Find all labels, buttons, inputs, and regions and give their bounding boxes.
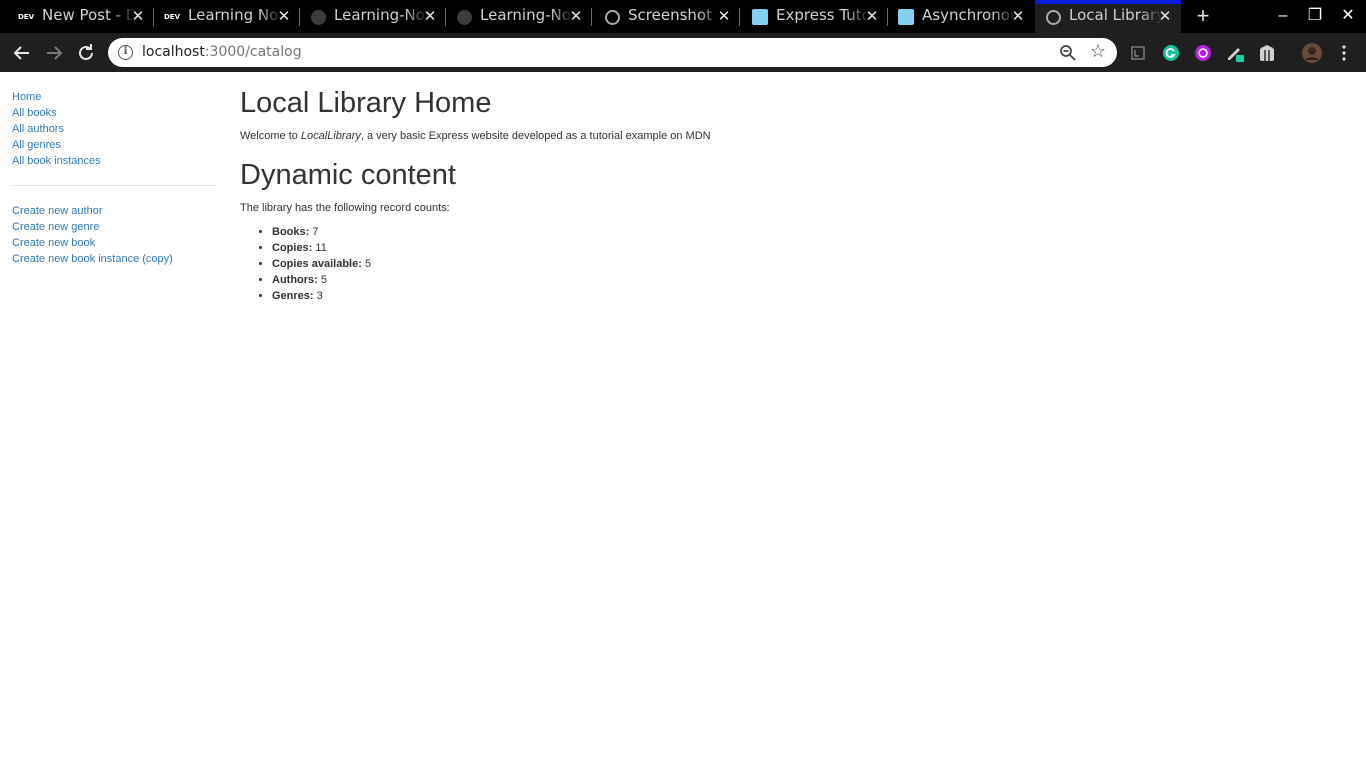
tab-express-tutorial[interactable]: Express Tutorial ✕ (742, 0, 888, 33)
reload-button[interactable] (74, 41, 98, 65)
list-item: Authors: 5 (272, 272, 1340, 288)
sidebar-link-all-genres[interactable]: All genres (12, 137, 216, 153)
new-tab-button[interactable]: + (1192, 5, 1214, 27)
page-content: Home All books All authors All genres Al… (0, 72, 1366, 768)
welcome-text: Welcome to LocalLibrary, a very basic Ex… (240, 130, 711, 142)
close-tab-icon[interactable]: ✕ (716, 8, 732, 24)
close-tab-icon[interactable]: ✕ (1010, 8, 1026, 24)
mdn-icon (752, 9, 768, 25)
sidebar-link-all-book-instances[interactable]: All book instances (12, 153, 216, 169)
close-tab-icon[interactable]: ✕ (130, 8, 146, 24)
grammarly-icon[interactable] (1161, 43, 1181, 63)
page-title: Local Library Home (240, 87, 492, 119)
close-tab-icon[interactable]: ✕ (864, 8, 880, 24)
sidebar-link-all-books[interactable]: All books (12, 105, 216, 121)
record-counts-list: Books: 7 Copies: 11 Copies available: 5 … (240, 224, 1340, 304)
sidebar-link-create-book-instance[interactable]: Create new book instance (copy) (12, 251, 216, 267)
list-item: Copies: 11 (272, 240, 1340, 256)
tab-title: Learning-Notes (334, 6, 428, 24)
address-bar[interactable]: i localhost:3000/catalog ☆ (108, 38, 1117, 67)
forward-button[interactable] (42, 41, 66, 65)
color-picker-extension-icon[interactable] (1193, 43, 1213, 63)
zoom-icon[interactable] (1059, 44, 1077, 62)
tab-separator (591, 8, 592, 26)
restore-button[interactable]: ❐ (1305, 6, 1325, 26)
sidebar-link-create-genre[interactable]: Create new genre (12, 219, 216, 235)
dev-icon: DEV (18, 11, 35, 23)
info-icon[interactable]: i (118, 45, 133, 60)
more-menu-icon[interactable] (1334, 43, 1354, 63)
record-counts-intro: The library has the following record cou… (240, 202, 450, 214)
close-tab-icon[interactable]: ✕ (1157, 8, 1173, 24)
tab-screenshot[interactable]: Screenshot ✕ (594, 0, 740, 33)
minimize-button[interactable]: – (1273, 6, 1293, 26)
close-window-button[interactable]: ✕ (1338, 6, 1358, 26)
sidebar-divider (12, 185, 216, 186)
tab-learning-notes-dev[interactable]: DEV Learning Notes ✕ (154, 0, 300, 33)
dynamic-content-heading: Dynamic content (240, 159, 456, 191)
bookmark-star-icon[interactable]: ☆ (1088, 41, 1108, 61)
tab-title: Express Tutorial (776, 6, 870, 24)
main-content: Local Library Home Welcome to LocalLibra… (240, 86, 1340, 304)
tab-title: Screenshot (628, 6, 712, 24)
tab-learning-notes-github-2[interactable]: Learning-Notes ✕ (446, 0, 592, 33)
tab-new-post[interactable]: DEV New Post - DEV ✕ (8, 0, 154, 33)
incognito-extension-icon[interactable] (1257, 43, 1277, 63)
tab-asynchronous[interactable]: Asynchronous ✕ (888, 0, 1034, 33)
pen-extension-icon[interactable] (1225, 43, 1245, 63)
tab-separator (739, 8, 740, 26)
arrow-left-icon (13, 46, 29, 60)
list-item: Copies available: 5 (272, 256, 1340, 272)
sidebar-link-all-authors[interactable]: All authors (12, 121, 216, 137)
close-tab-icon[interactable]: ✕ (422, 8, 438, 24)
tab-title: Learning Notes (188, 6, 282, 24)
tab-title: Learning-Notes (480, 6, 574, 24)
tab-local-library[interactable]: Local Library ✕ (1035, 0, 1181, 33)
tab-strip: DEV New Post - DEV ✕ DEV Learning Notes … (0, 0, 1366, 33)
reload-icon (79, 44, 93, 60)
cast-extension-icon[interactable] (1128, 43, 1148, 63)
close-tab-icon[interactable]: ✕ (568, 8, 584, 24)
sidebar-link-create-book[interactable]: Create new book (12, 235, 216, 251)
tab-title: Local Library (1069, 6, 1163, 24)
app-name: LocalLibrary (300, 130, 361, 142)
url-text[interactable]: localhost:3000/catalog (142, 44, 302, 60)
mdn-icon (898, 9, 914, 25)
arrow-right-icon (47, 46, 63, 60)
sidebar-link-create-author[interactable]: Create new author (12, 203, 216, 219)
github-icon (310, 9, 326, 25)
tab-title: Asynchronous (922, 6, 1016, 24)
globe-icon (604, 9, 620, 25)
sidebar-link-home[interactable]: Home (12, 89, 216, 105)
sidebar: Home All books All authors All genres Al… (12, 89, 216, 267)
github-icon (456, 9, 472, 25)
tab-learning-notes-github-1[interactable]: Learning-Notes ✕ (300, 0, 446, 33)
list-item: Genres: 3 (272, 288, 1340, 304)
list-item: Books: 7 (272, 224, 1340, 240)
browser-toolbar: i localhost:3000/catalog ☆ (0, 33, 1366, 72)
close-tab-icon[interactable]: ✕ (276, 8, 292, 24)
dev-icon: DEV (164, 11, 181, 23)
globe-icon (1045, 9, 1061, 25)
avatar[interactable] (1302, 43, 1322, 63)
back-button[interactable] (10, 41, 34, 65)
tab-title: New Post - DEV (42, 6, 136, 24)
